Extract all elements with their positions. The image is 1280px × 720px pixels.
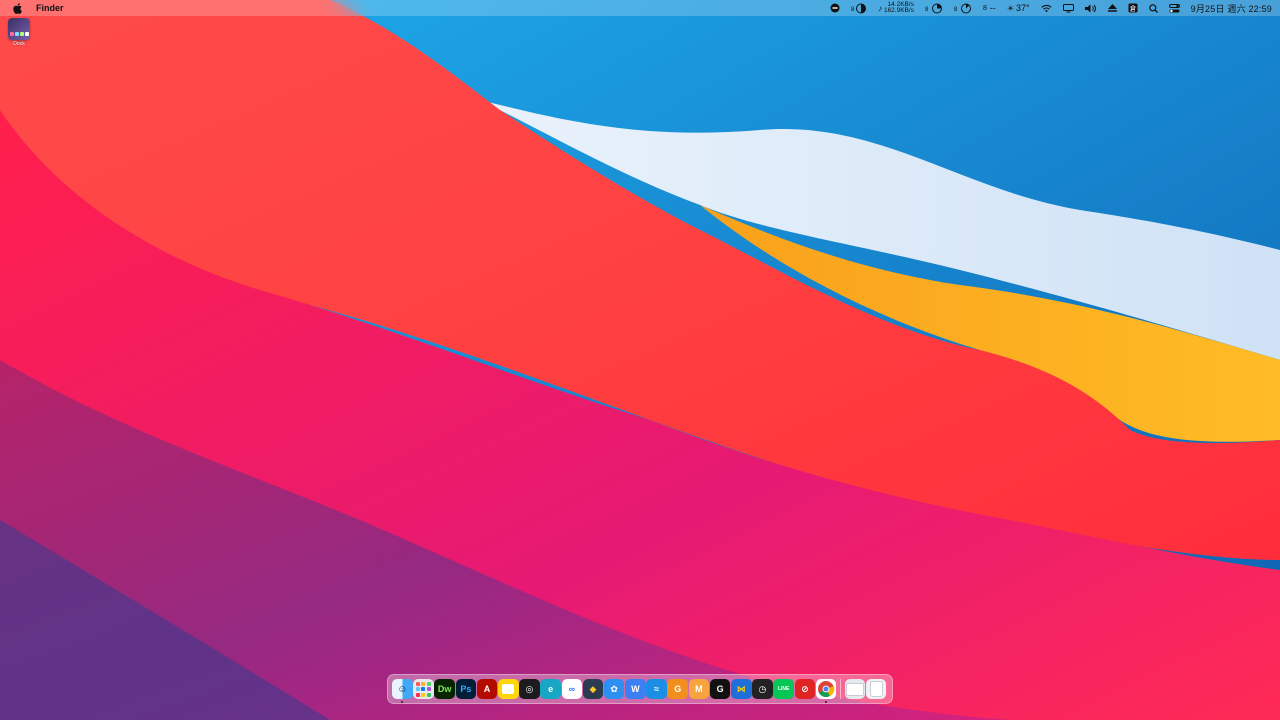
dock-item-red-app[interactable]: ⊘ xyxy=(794,678,816,700)
svg-text:8: 8 xyxy=(954,7,958,13)
dock-item-g-orange[interactable]: G xyxy=(667,678,689,700)
menu-bar: Finder 8 ♪ 14.2KB/s 162.9KB/s 8 8 8 -- ☀ 3… xyxy=(0,0,1280,16)
dock-separator xyxy=(839,679,841,699)
wallpaper-art xyxy=(0,0,1280,720)
dock-item-spiral[interactable]: ◎ xyxy=(519,678,540,700)
dock-item-g-hub[interactable]: G xyxy=(709,678,731,700)
menu-extra-circle-icon[interactable] xyxy=(830,0,840,16)
dock-item-clock[interactable]: ◷ xyxy=(752,678,773,700)
dock-item-chrome[interactable] xyxy=(815,678,837,704)
dock-item-photoshop[interactable]: Ps xyxy=(455,678,477,700)
menubar-clock[interactable]: 9月25日 週六 22:59 xyxy=(1191,0,1272,16)
weather-temperature[interactable]: ☀ 37° xyxy=(1007,0,1030,16)
dock: ☺ Dw Ps A ◎ e ∞ ◆ ✿ W ≈ G M G ⋈ ◷ LINE ⊘ xyxy=(387,674,893,704)
dock-item-line[interactable]: LINE xyxy=(773,678,794,700)
svg-text:倉: 倉 xyxy=(1129,4,1136,13)
display-icon[interactable] xyxy=(1062,0,1074,16)
app-icon xyxy=(8,18,30,40)
dock-item-notes[interactable] xyxy=(497,678,519,700)
svg-text:8: 8 xyxy=(851,7,855,13)
dock-item-waves[interactable]: ≈ xyxy=(646,678,667,700)
dock-item-launchpad[interactable] xyxy=(413,678,434,700)
dock-item-dreamweaver[interactable]: Dw xyxy=(434,678,455,700)
menu-extra-dash[interactable]: 8 -- xyxy=(983,0,996,16)
dock-item-finder[interactable]: ☺ xyxy=(392,678,413,704)
dock-item-w-app[interactable]: W xyxy=(625,678,646,700)
net-download: 162.9KB/s xyxy=(883,7,914,14)
dock-item-baidu-netdisk[interactable]: ∞ xyxy=(561,678,583,700)
cpu-pie-icon[interactable]: 8 xyxy=(925,0,943,16)
dock-item-edge-like[interactable]: e xyxy=(540,678,561,700)
desktop-item-label: Dock xyxy=(13,41,25,47)
memory-pie-icon[interactable]: 8 xyxy=(954,0,972,16)
search-icon[interactable] xyxy=(1148,0,1158,16)
dock-item-m-app[interactable]: M xyxy=(688,678,710,700)
apple-menu-icon[interactable] xyxy=(12,2,22,14)
desktop-item[interactable]: Dock xyxy=(6,18,32,47)
control-center-icon[interactable] xyxy=(1168,0,1180,16)
running-indicator xyxy=(401,701,404,704)
dock-item-trash[interactable] xyxy=(865,678,887,700)
wifi-icon[interactable] xyxy=(1040,0,1052,16)
menu-extra-half-circle-icon[interactable]: 8 xyxy=(851,0,867,16)
dock-item-acrobat[interactable]: A xyxy=(476,678,498,700)
dock-item-vscode[interactable]: ⋈ xyxy=(731,678,752,700)
dock-item-folder[interactable] xyxy=(844,678,866,700)
network-speed[interactable]: ♪ 14.2KB/s 162.9KB/s xyxy=(878,0,914,16)
app-name[interactable]: Finder xyxy=(36,3,64,13)
volume-icon[interactable] xyxy=(1084,0,1097,16)
dock-item-paw[interactable]: ✿ xyxy=(603,678,625,700)
input-method-icon[interactable]: 倉 xyxy=(1128,0,1138,16)
desktop-wallpaper xyxy=(0,0,1280,720)
running-indicator xyxy=(825,701,828,704)
eject-icon[interactable] xyxy=(1107,0,1117,16)
svg-text:8: 8 xyxy=(925,7,929,13)
dock-item-sourcetree[interactable]: ◆ xyxy=(582,678,604,700)
